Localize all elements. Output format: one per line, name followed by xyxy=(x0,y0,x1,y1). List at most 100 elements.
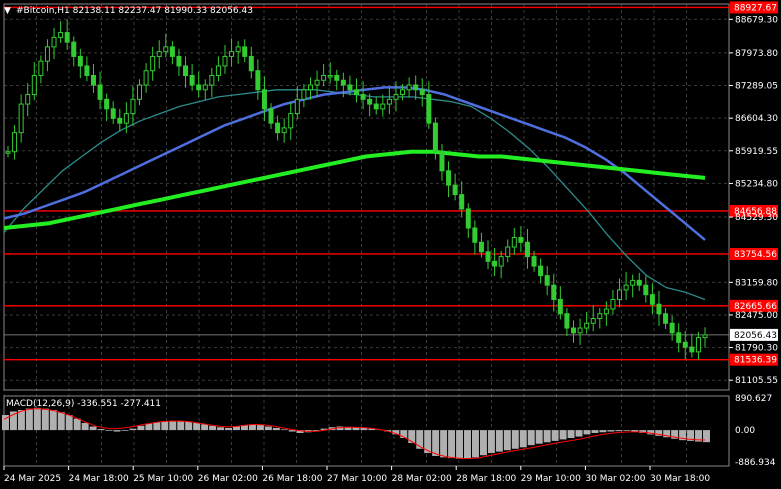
candle-body xyxy=(202,84,208,91)
macd-histogram-bar xyxy=(471,430,479,458)
candle-body xyxy=(307,84,313,91)
candle-body xyxy=(524,241,530,258)
macd-histogram-bar xyxy=(456,430,464,459)
macd-histogram-bar xyxy=(503,430,511,451)
macd-histogram-bar xyxy=(543,430,551,443)
price-tick-label: 85234.80 xyxy=(735,179,778,189)
candle-body xyxy=(117,117,123,124)
chart-grid xyxy=(3,3,730,467)
candle-body xyxy=(511,237,517,248)
candle-body xyxy=(557,298,563,315)
macd-histogram-bar xyxy=(81,422,89,431)
macd-histogram-bar xyxy=(25,408,33,431)
candle-body xyxy=(498,256,504,267)
price-axis: 88679.30 87973.80 87289.05 86604.30 85919.55… xyxy=(729,15,778,468)
macd-histogram-bar xyxy=(233,426,240,431)
candle-body xyxy=(31,74,37,96)
candle-body xyxy=(360,94,366,100)
candle-body xyxy=(150,55,156,72)
chart-title: #Bitcoin,H1 82138.11 82237.47 81990.33 8… xyxy=(16,6,253,16)
macd-histogram-bar xyxy=(185,421,193,431)
macd-signal-line xyxy=(3,408,706,459)
candle-body xyxy=(617,289,623,300)
macd-histogram-bar xyxy=(113,430,121,432)
candle-body xyxy=(104,98,110,110)
candle-body xyxy=(492,260,498,267)
candle-body xyxy=(58,32,64,38)
candle-body xyxy=(544,275,550,286)
candle-body xyxy=(294,98,300,115)
candle-body xyxy=(137,84,143,100)
candle-body xyxy=(163,46,169,53)
candle-body xyxy=(169,46,175,57)
candle-body xyxy=(189,74,195,86)
candle-body xyxy=(84,65,90,76)
candle-body xyxy=(5,151,11,154)
macd-histogram-bar xyxy=(479,430,487,456)
candle-body xyxy=(229,51,235,57)
macd-histogram-bar xyxy=(567,430,575,438)
candle-body xyxy=(419,89,425,96)
candle-body xyxy=(400,89,406,96)
candle-body xyxy=(176,55,182,67)
candle-body xyxy=(130,98,136,115)
macd-histogram-bar xyxy=(519,430,527,448)
macd-histogram-bar xyxy=(41,408,49,431)
candle-body xyxy=(386,98,392,105)
candle-body xyxy=(485,251,491,262)
time-tick-label: 30 Mar 02:00 xyxy=(585,474,645,484)
trading-chart[interactable]: 88927.6784656.8883754.5682665.6681536.39… xyxy=(0,0,781,489)
candle-body xyxy=(25,94,31,105)
candle-body xyxy=(222,55,228,67)
macd-histogram-bar xyxy=(495,430,503,452)
candle-body xyxy=(478,241,484,253)
macd-histogram-bar xyxy=(551,430,559,441)
candle-body xyxy=(689,346,695,353)
candlesticks xyxy=(5,19,708,360)
candle-body xyxy=(406,84,412,91)
macd-histogram-bar xyxy=(225,427,233,431)
candle-body xyxy=(314,79,320,86)
candle-body xyxy=(51,36,57,48)
chart-dropdown-icon[interactable]: ▼ xyxy=(4,6,11,16)
candle-body xyxy=(301,89,307,100)
candle-body xyxy=(281,127,287,134)
candle-body xyxy=(656,303,662,315)
candle-body xyxy=(215,65,221,76)
candle-body xyxy=(669,322,675,334)
macd-histogram-bar xyxy=(121,430,129,431)
macd-histogram-bar xyxy=(511,430,519,449)
macd-histogram-bar xyxy=(97,429,105,431)
macd-histogram-bar xyxy=(464,430,471,459)
candle-body xyxy=(12,132,18,153)
macd-histogram-bar xyxy=(89,426,97,431)
macd-histogram-bar xyxy=(193,422,201,431)
macd-histogram-bar xyxy=(448,430,456,459)
candle-body xyxy=(242,46,248,57)
price-tick-label: 86604.30 xyxy=(735,114,778,124)
candle-body xyxy=(465,208,471,229)
macd-histogram-bar xyxy=(65,415,73,431)
macd-histogram-bar xyxy=(161,421,169,431)
candle-body xyxy=(676,332,682,343)
macd-histogram-bar xyxy=(129,428,137,431)
moving-average-line xyxy=(3,89,706,301)
price-tick-label: 87289.05 xyxy=(735,82,778,92)
macd-histogram-bar xyxy=(105,430,113,431)
macd-histogram-bar xyxy=(177,420,185,431)
candle-body xyxy=(268,108,274,124)
candle-body xyxy=(584,322,590,329)
macd-histogram-bar xyxy=(264,426,272,431)
macd-histogram-bar xyxy=(487,430,495,454)
candle-body xyxy=(505,246,511,258)
candle-body xyxy=(321,74,327,81)
macd-histogram-bar xyxy=(599,430,607,433)
candle-body xyxy=(183,65,189,76)
candle-body xyxy=(623,284,629,291)
candle-body xyxy=(196,84,202,91)
macd-histogram-bar xyxy=(432,430,440,456)
macd-tick-label: -886.934 xyxy=(735,458,776,468)
level-price-label: 88927.67 xyxy=(734,3,777,13)
price-tick-label: 82475.00 xyxy=(735,311,778,321)
macd-histogram-bar xyxy=(607,430,615,432)
